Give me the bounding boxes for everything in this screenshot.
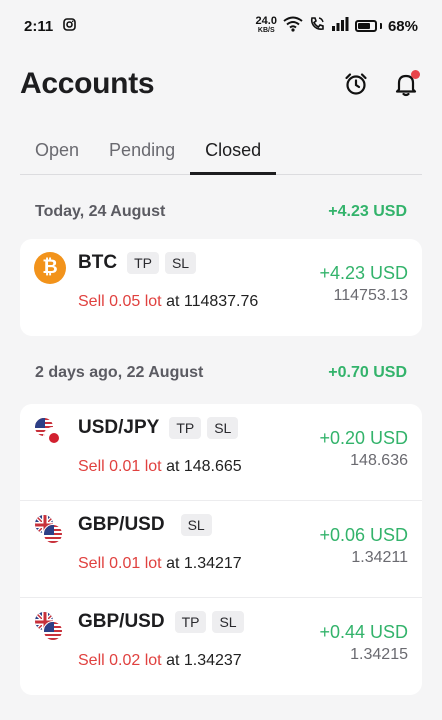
alarm-button[interactable] <box>342 70 370 98</box>
group-date: Today, 24 August <box>35 203 166 220</box>
trade-symbol: GBP/USD <box>78 514 165 535</box>
page-title: Accounts <box>20 67 155 100</box>
tab-open[interactable]: Open <box>20 126 94 174</box>
sl-tag: SL <box>180 514 212 536</box>
trade-detail: Sell 0.01 lot at 1.34217 <box>78 555 242 573</box>
sl-tag: SL <box>212 611 244 633</box>
app-header: Accounts <box>0 52 442 116</box>
battery-percent: 68% <box>387 17 418 35</box>
wifi-icon <box>283 16 303 36</box>
trades-card: ₿ BTC TP SL Sell 0.05 lot at 114837.76 +… <box>20 239 422 336</box>
trade-open-price: at 148.665 <box>166 458 242 475</box>
trade-detail: Sell 0.01 lot at 148.665 <box>78 458 242 476</box>
group-total: +0.70 USD <box>328 364 407 381</box>
signal-icon <box>331 17 349 35</box>
trade-side-qty: Sell 0.01 lot <box>78 555 162 572</box>
account-tabs: Open Pending Closed <box>20 126 422 175</box>
japan-flag-icon <box>43 427 63 447</box>
trade-detail: Sell 0.05 lot at 114837.76 <box>78 293 258 311</box>
trade-pnl: +4.23 USD <box>319 263 408 283</box>
us-flag-icon <box>43 621 63 641</box>
group-header: 2 days ago, 22 August +0.70 USD <box>0 352 442 394</box>
trade-open-price: at 1.34237 <box>166 652 242 669</box>
gbp-usd-flags-icon <box>34 514 66 546</box>
tab-closed[interactable]: Closed <box>190 126 277 175</box>
trade-pnl: +0.44 USD <box>319 622 408 642</box>
us-flag-icon <box>43 524 63 544</box>
trade-close-price: 1.34215 <box>350 646 408 663</box>
trade-side-qty: Sell 0.05 lot <box>78 293 162 310</box>
trade-detail: Sell 0.02 lot at 1.34237 <box>78 652 242 670</box>
instagram-icon <box>63 17 77 35</box>
tp-tag: TP <box>169 417 202 439</box>
call-icon <box>309 16 325 36</box>
trade-pnl: +0.06 USD <box>319 525 408 545</box>
trade-open-price: at 114837.76 <box>166 293 259 310</box>
group-total: +4.23 USD <box>328 203 407 220</box>
trade-open-price: at 1.34217 <box>166 555 242 572</box>
trade-symbol: USD/JPY <box>78 417 160 438</box>
trade-close-price: 1.34211 <box>351 549 408 566</box>
group-header: Today, 24 August +4.23 USD <box>0 191 442 233</box>
trade-symbol: BTC <box>78 252 118 273</box>
status-bar: 2:11 24.0 KB/S 68% <box>0 0 442 52</box>
notification-badge <box>411 70 420 79</box>
trade-row[interactable]: GBP/USD SL Sell 0.01 lot at 1.34217 +0.0… <box>20 501 422 598</box>
trade-close-price: 114753.13 <box>333 287 408 304</box>
trade-close-price: 148.636 <box>350 452 408 469</box>
trade-side-qty: Sell 0.02 lot <box>78 652 162 669</box>
trades-card: USD/JPY TP SL Sell 0.01 lot at 148.665 +… <box>20 404 422 695</box>
status-time: 2:11 <box>24 17 54 35</box>
group-date: 2 days ago, 22 August <box>35 364 204 381</box>
net-speed: 24.0 KB/S <box>255 15 277 35</box>
trade-side-qty: Sell 0.01 lot <box>78 458 162 475</box>
tp-tag: TP <box>174 611 207 633</box>
bitcoin-icon: ₿ <box>34 252 66 284</box>
sl-tag: SL <box>207 417 239 439</box>
gbp-usd-flags-icon <box>34 611 66 643</box>
notifications-button[interactable] <box>392 70 420 98</box>
battery-icon <box>354 20 382 32</box>
trade-row[interactable]: USD/JPY TP SL Sell 0.01 lot at 148.665 +… <box>20 404 422 501</box>
trade-row[interactable]: ₿ BTC TP SL Sell 0.05 lot at 114837.76 +… <box>20 239 422 336</box>
tp-tag: TP <box>127 252 159 274</box>
alarm-clock-icon <box>345 73 367 95</box>
trade-pnl: +0.20 USD <box>319 428 408 448</box>
trade-symbol: GBP/USD <box>78 611 165 632</box>
sl-tag: SL <box>164 252 197 274</box>
usd-jpy-flags-icon <box>34 417 66 449</box>
trade-row[interactable]: GBP/USD TP SL Sell 0.02 lot at 1.34237 +… <box>20 598 422 695</box>
tab-pending[interactable]: Pending <box>94 126 190 174</box>
